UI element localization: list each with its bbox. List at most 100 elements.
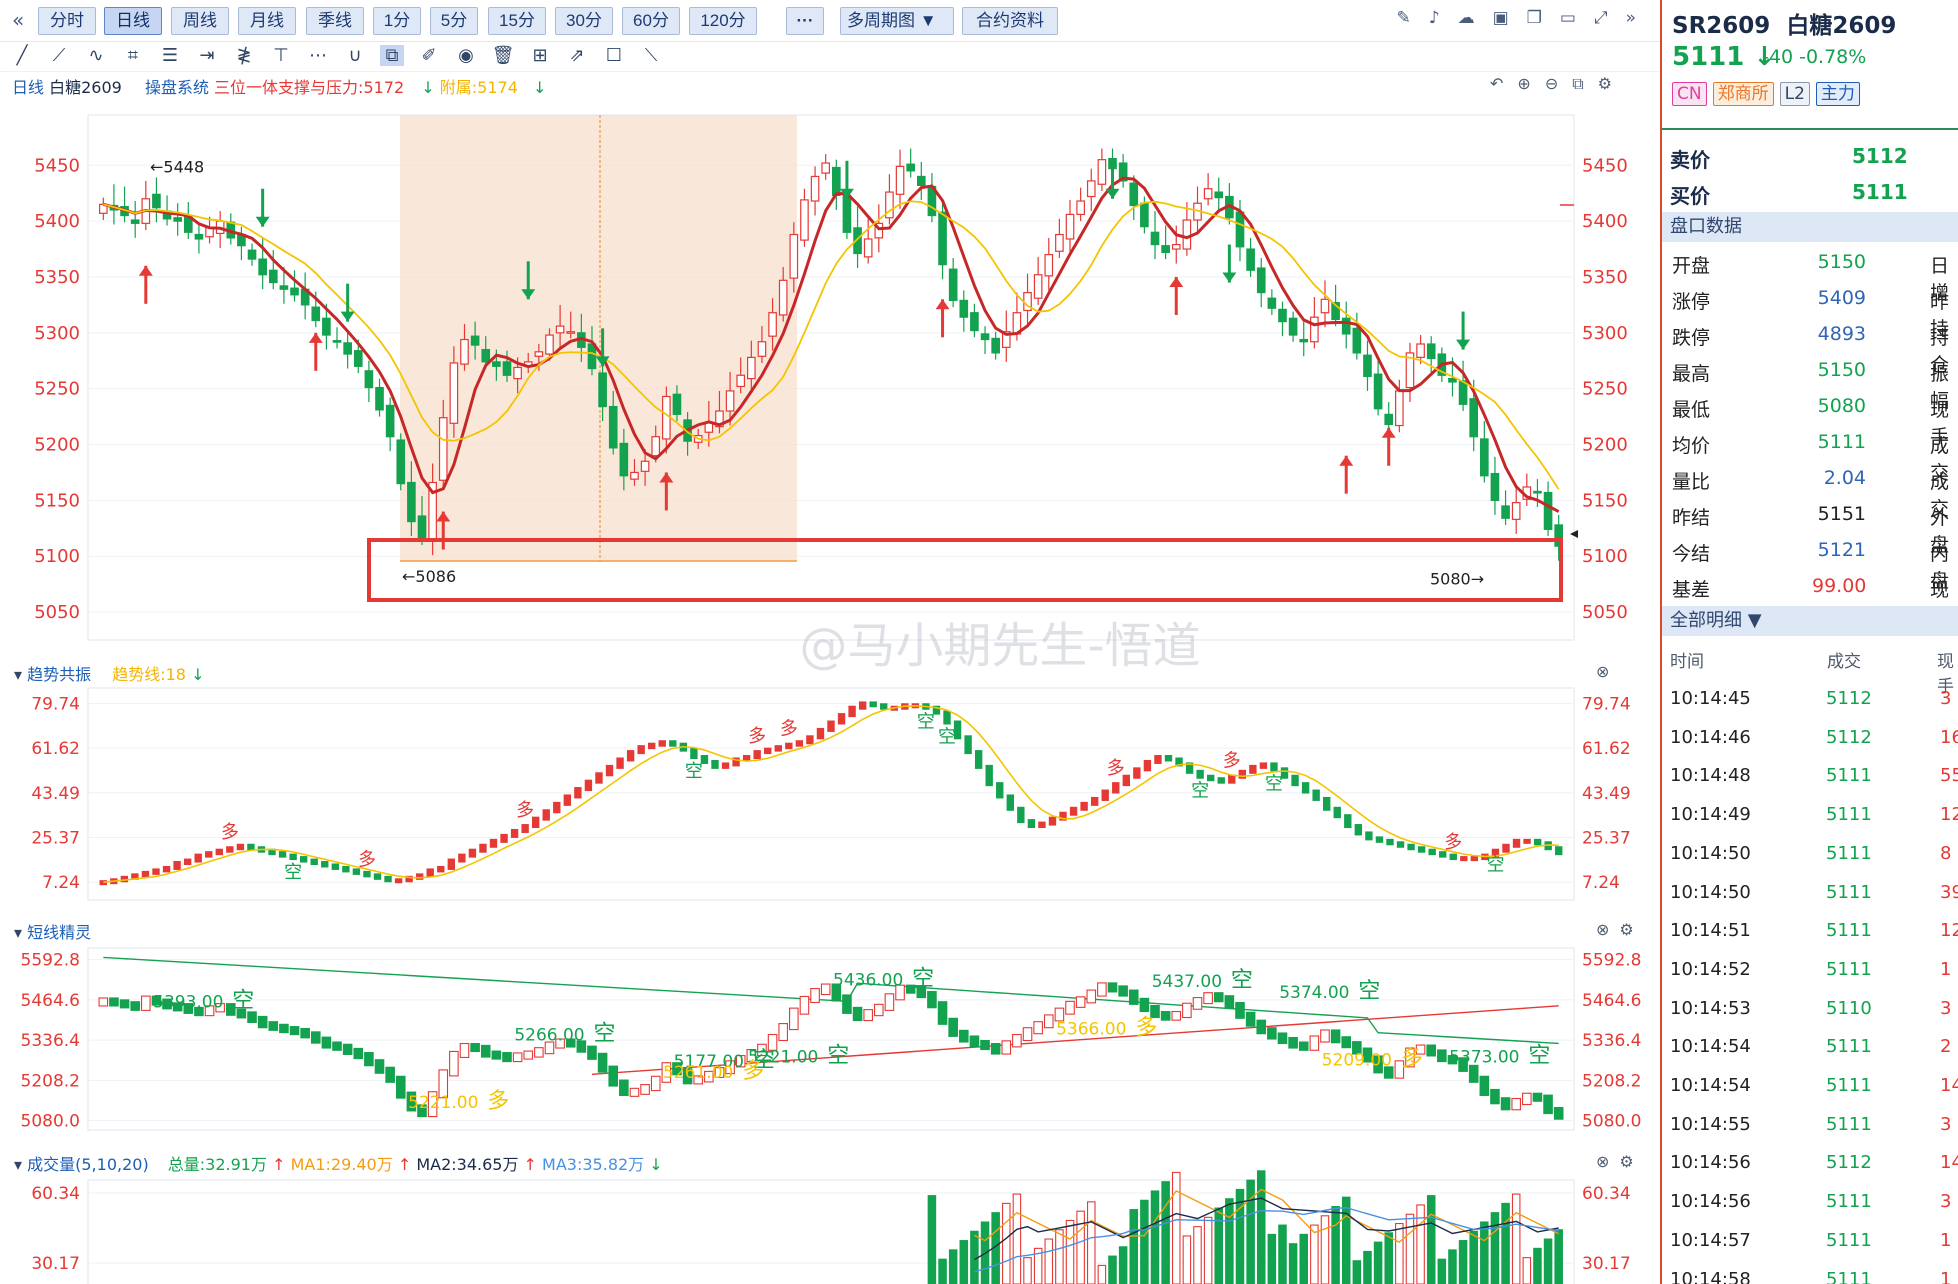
tick-volume: 3 (1940, 997, 1952, 1019)
candle-body (938, 211, 947, 266)
tick-row[interactable]: 10:14:53 5110 3 (1662, 992, 1958, 1030)
trend-bar (1386, 838, 1394, 846)
candle-body (173, 217, 182, 222)
tag-l2[interactable]: L2 (1779, 82, 1810, 106)
gear-icon[interactable]: ⚙ (1619, 920, 1633, 939)
close-circle-icon[interactable]: ⊗ (1596, 920, 1609, 939)
trend-signal-word: 空 (938, 727, 956, 748)
trend-tick-right: 25.37 (1582, 828, 1631, 848)
spirit-candle (958, 1029, 969, 1043)
tick-time: 10:14:54 (1670, 1075, 1751, 1096)
tick-row[interactable]: 10:14:56 5112 14 (1662, 1146, 1958, 1184)
volume-bar (1002, 1202, 1011, 1284)
trend-bar (236, 843, 245, 851)
spirit-tick-right: 5080.0 (1582, 1112, 1641, 1132)
spirit-candle (799, 995, 810, 1015)
tick-row[interactable]: 10:14:48 5111 55 (1662, 759, 1958, 797)
tag-cn[interactable]: CN (1672, 82, 1707, 106)
spirit-candle (1043, 1014, 1054, 1029)
chart-canvas[interactable]: 5050 5050 5100 5100 5150 5150 5200 5200 5250 5250… (0, 0, 1660, 1284)
trend-bar (858, 701, 867, 710)
tick-volume: 14 (1940, 1152, 1958, 1174)
tick-row[interactable]: 10:14:51 5111 12 (1662, 914, 1958, 952)
volume-bar (1225, 1198, 1234, 1284)
tick-row[interactable]: 10:14:54 5111 14 (1662, 1069, 1958, 1107)
market-data-label: 开盘 (1672, 255, 1711, 277)
candle-body (1363, 354, 1372, 377)
trend-bar (1291, 774, 1299, 787)
spirit-candle (852, 1006, 863, 1022)
trend-signal-word: 空 (284, 862, 302, 883)
spirit-price-label: 5209.00 (1322, 1051, 1392, 1071)
volume-frame (87, 1179, 1575, 1284)
tick-row[interactable]: 10:14:57 5111 1 (1662, 1224, 1958, 1262)
collapse-circle-icon[interactable]: ▾ (14, 1155, 22, 1174)
bid-ask-value: 5111 (1852, 180, 1908, 204)
tick-time: 10:14:56 (1670, 1191, 1751, 1213)
signal-arrow-up-head (1339, 455, 1354, 466)
tick-volume: 3 (1940, 1191, 1952, 1213)
tick-row[interactable]: 10:14:52 5111 1 (1662, 953, 1958, 991)
candle-body (1086, 180, 1096, 198)
ma-yellow-line (103, 200, 1560, 490)
market-data-header[interactable]: 盘口数据 (1662, 212, 1958, 242)
tick-row[interactable]: 10:14:56 5111 3 (1662, 1185, 1958, 1223)
candle-body (1352, 327, 1362, 354)
tick-row[interactable]: 10:14:54 5111 2 (1662, 1030, 1958, 1068)
spirit-candle (374, 1059, 385, 1074)
close-circle-icon[interactable]: ⊗ (1596, 1152, 1609, 1171)
trend-bar (215, 848, 223, 856)
tag-main[interactable]: 主力 (1815, 82, 1860, 106)
spirit-candle (1001, 1040, 1012, 1055)
bid-ask-value: 5112 (1852, 144, 1908, 168)
candle-body (895, 165, 905, 195)
trend-bar (964, 735, 972, 755)
volume-bar (1288, 1243, 1298, 1284)
spirit-candle (98, 997, 109, 1007)
quote-box: SR2609 白糖2609 5111 ↓ -40 -0.78% CN 郑商所 L… (1662, 0, 1958, 130)
tick-row[interactable]: 10:14:55 5111 3 (1662, 1108, 1958, 1146)
tick-row[interactable]: 10:14:45 5112 3 (1662, 682, 1958, 720)
trend-bar (1101, 789, 1109, 801)
spirit-price-label: 5437.00 (1152, 972, 1222, 992)
spirit-candle (1490, 1088, 1500, 1105)
ticks-header-label: 全部明细 (1670, 610, 1742, 631)
market-data-label: 昨结 (1672, 507, 1711, 529)
tick-row[interactable]: 10:14:49 5111 12 (1662, 798, 1958, 836)
spirit-candle (1213, 992, 1224, 1003)
spirit-candle (119, 999, 130, 1009)
spirit-candle (1522, 1092, 1532, 1106)
tick-row[interactable]: 10:14:50 5111 8 (1662, 837, 1958, 875)
gear-icon[interactable]: ⚙ (1619, 1152, 1633, 1171)
trend-bar (1375, 836, 1384, 843)
candle-body (492, 361, 501, 367)
volume-bar (948, 1249, 958, 1284)
market-data-row: 最高 5150 振幅 (1662, 356, 1958, 412)
market-data-row: 跌停 4893 持仓 (1662, 320, 1958, 376)
collapse-circle-icon[interactable]: ▾ (14, 665, 22, 684)
tick-row[interactable]: 10:14:50 5111 39 (1662, 876, 1958, 914)
trend-bar (1333, 806, 1341, 819)
volume-bar (1416, 1204, 1425, 1284)
candle-body (980, 333, 990, 341)
spirit-candle (523, 1050, 534, 1060)
spirit-candle (619, 1079, 629, 1097)
ticks-header[interactable]: 全部明细 ▼ (1662, 606, 1958, 636)
tick-row[interactable]: 10:14:58 5111 1 (1662, 1263, 1958, 1284)
tag-exchange[interactable]: 郑商所 (1712, 82, 1774, 106)
tick-time: 10:14:55 (1670, 1113, 1751, 1135)
close-circle-icon[interactable]: ⊗ (1596, 662, 1609, 681)
spirit-panel-header: ▾ 短线精灵 (14, 919, 91, 943)
spirit-candle (650, 1075, 661, 1092)
trend-tick-right: 43.49 (1582, 784, 1631, 804)
spirit-candle (534, 1047, 544, 1058)
highlight-region (400, 115, 797, 561)
tick-row[interactable]: 10:14:46 5112 16 (1662, 721, 1958, 759)
spirit-signal-word: 多 (1401, 1047, 1423, 1072)
spirit-tick-right: 5336.4 (1582, 1031, 1641, 1051)
volume-bar (1533, 1247, 1542, 1284)
tick-price: 5111 (1826, 881, 1872, 903)
tick-price: 5111 (1826, 842, 1872, 864)
candle-body (736, 374, 746, 388)
collapse-circle-icon[interactable]: ▾ (14, 923, 22, 942)
